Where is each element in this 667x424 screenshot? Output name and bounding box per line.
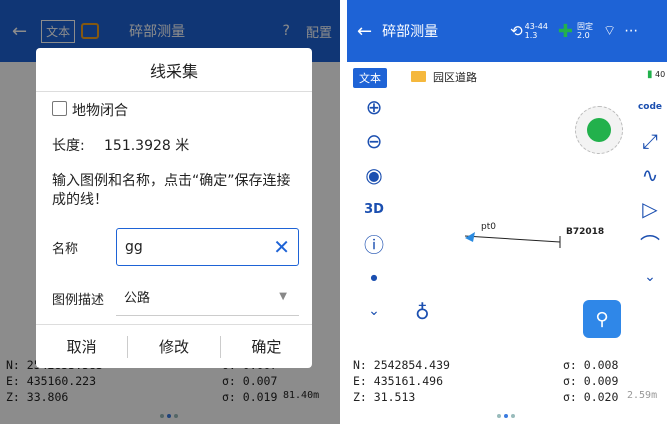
satellite-status: 43-44 1.3 [525,22,548,40]
satellite-icon[interactable]: ⟲ [510,22,523,40]
text-mode-button[interactable]: 文本 [353,68,387,88]
back-arrow-icon[interactable]: ← [357,21,372,42]
battery-icon: ▮ [647,69,653,80]
legend-select[interactable]: 公路 ▼ [116,278,299,316]
map-canvas[interactable]: 文本 园区道路 ▮ 40 ⊕ ⊖ ◉ 3D ⓘ ● ⌄ ♁ pt0 B72018… [347,62,667,352]
feature-closed-checkbox[interactable] [52,101,67,116]
location-pin-button[interactable]: ♁ [415,300,430,324]
ok-button[interactable]: 确定 [221,336,312,357]
zoom-in-icon[interactable]: ⊕ [359,90,389,124]
folder-icon [411,71,426,82]
right-screen: ← 碎部测量 ⟲ 43-44 1.3 ✚ 固定 2.0 ⌔ ⋯ 文本 园区道路 … [347,0,667,424]
curve-icon[interactable]: ⌒ [635,226,665,260]
sigma-east: σ: 0.009 [563,374,619,388]
more-icon[interactable]: ⋯ [624,23,638,39]
left-screen: ← 文本 碎部测量 ? 配置 N: 2542853.583 E: 435160.… [0,0,340,424]
name-input-value: gg [125,239,143,255]
coordinates-panel: N: 2542854.439 E: 435161.496 Z: 31.513 σ… [347,352,667,424]
folder-name: 园区道路 [433,71,477,84]
elevation-coordinate: Z: 31.513 [353,390,416,404]
fix-age: 2.0 [577,31,590,40]
dialog-title: 线采集 [36,48,312,92]
page-title: 碎部测量 [382,24,439,40]
play-icon[interactable]: ▷ [635,192,665,226]
satellite-pdop: 1.3 [524,31,538,40]
page-indicator [497,414,515,418]
fix-status-icon[interactable]: ✚ [558,21,573,42]
north-coordinate: N: 2542854.439 [353,358,450,372]
expand-down-icon[interactable]: ⌄ [359,294,389,328]
east-coordinate: E: 435161.496 [353,374,444,388]
legend-select-value: 公路 [124,291,151,306]
dropdown-icon: ▼ [279,291,287,302]
line-draw-icon[interactable]: ⤢ [635,124,665,158]
sigma-north: σ: 0.008 [563,358,619,372]
clear-icon[interactable]: ✕ [273,235,290,259]
code-icon[interactable]: code [635,90,665,124]
3d-view-icon[interactable]: 3D [359,192,389,226]
name-input[interactable]: gg ✕ [116,228,299,266]
polyline-icon[interactable]: ∿ [635,158,665,192]
scale-label: 2.59m [627,390,658,401]
name-label: 名称 [52,242,79,257]
line-collect-dialog: 线采集 地物闭合 长度: 151.3928 米 输入图例和名称，点击“确定”保存… [36,48,312,368]
top-bar: ← 碎部测量 ⟲ 43-44 1.3 ✚ 固定 2.0 ⌔ ⋯ [347,0,667,62]
satellite-count: 43-44 [524,22,548,31]
point-label-pt0: pt0 [481,222,496,232]
length-label: 长度: [52,138,85,154]
position-arrow [465,232,475,242]
surveyed-line [464,235,561,243]
info-icon[interactable]: ⓘ [359,226,389,260]
full-extent-icon[interactable]: ◉ [359,158,389,192]
zoom-out-icon[interactable]: ⊖ [359,124,389,158]
dialog-footer: 取消 修改 确定 [36,324,312,368]
left-toolbar: ⊕ ⊖ ◉ 3D ⓘ ● ⌄ [359,90,389,328]
modify-button[interactable]: 修改 [128,336,219,357]
length-value: 151.3928 米 [104,138,190,154]
sigma-elevation: σ: 0.020 [563,390,619,404]
dot-icon: ● [370,272,378,282]
right-toolbar: code ⤢ ∿ ▷ ⌒ ⌄ [635,90,665,294]
fix-status: 固定 2.0 [577,22,593,40]
point-label-b72018: B72018 [566,227,605,237]
wifi-icon[interactable]: ⌔ [603,22,616,40]
collect-point-button[interactable]: ⚲ [583,300,621,338]
feature-closed-label: 地物闭合 [72,103,128,119]
expand-down-icon[interactable]: ⌄ [635,260,665,294]
legend-label: 图例描述 [52,293,105,308]
instruction-text: 输入图例和名称，点击“确定”保存连接成的线！ [52,173,291,208]
fix-type: 固定 [577,22,594,31]
battery-level: 40 [655,70,666,79]
gnss-status-indicator[interactable] [575,106,623,154]
cancel-button[interactable]: 取消 [36,336,127,357]
